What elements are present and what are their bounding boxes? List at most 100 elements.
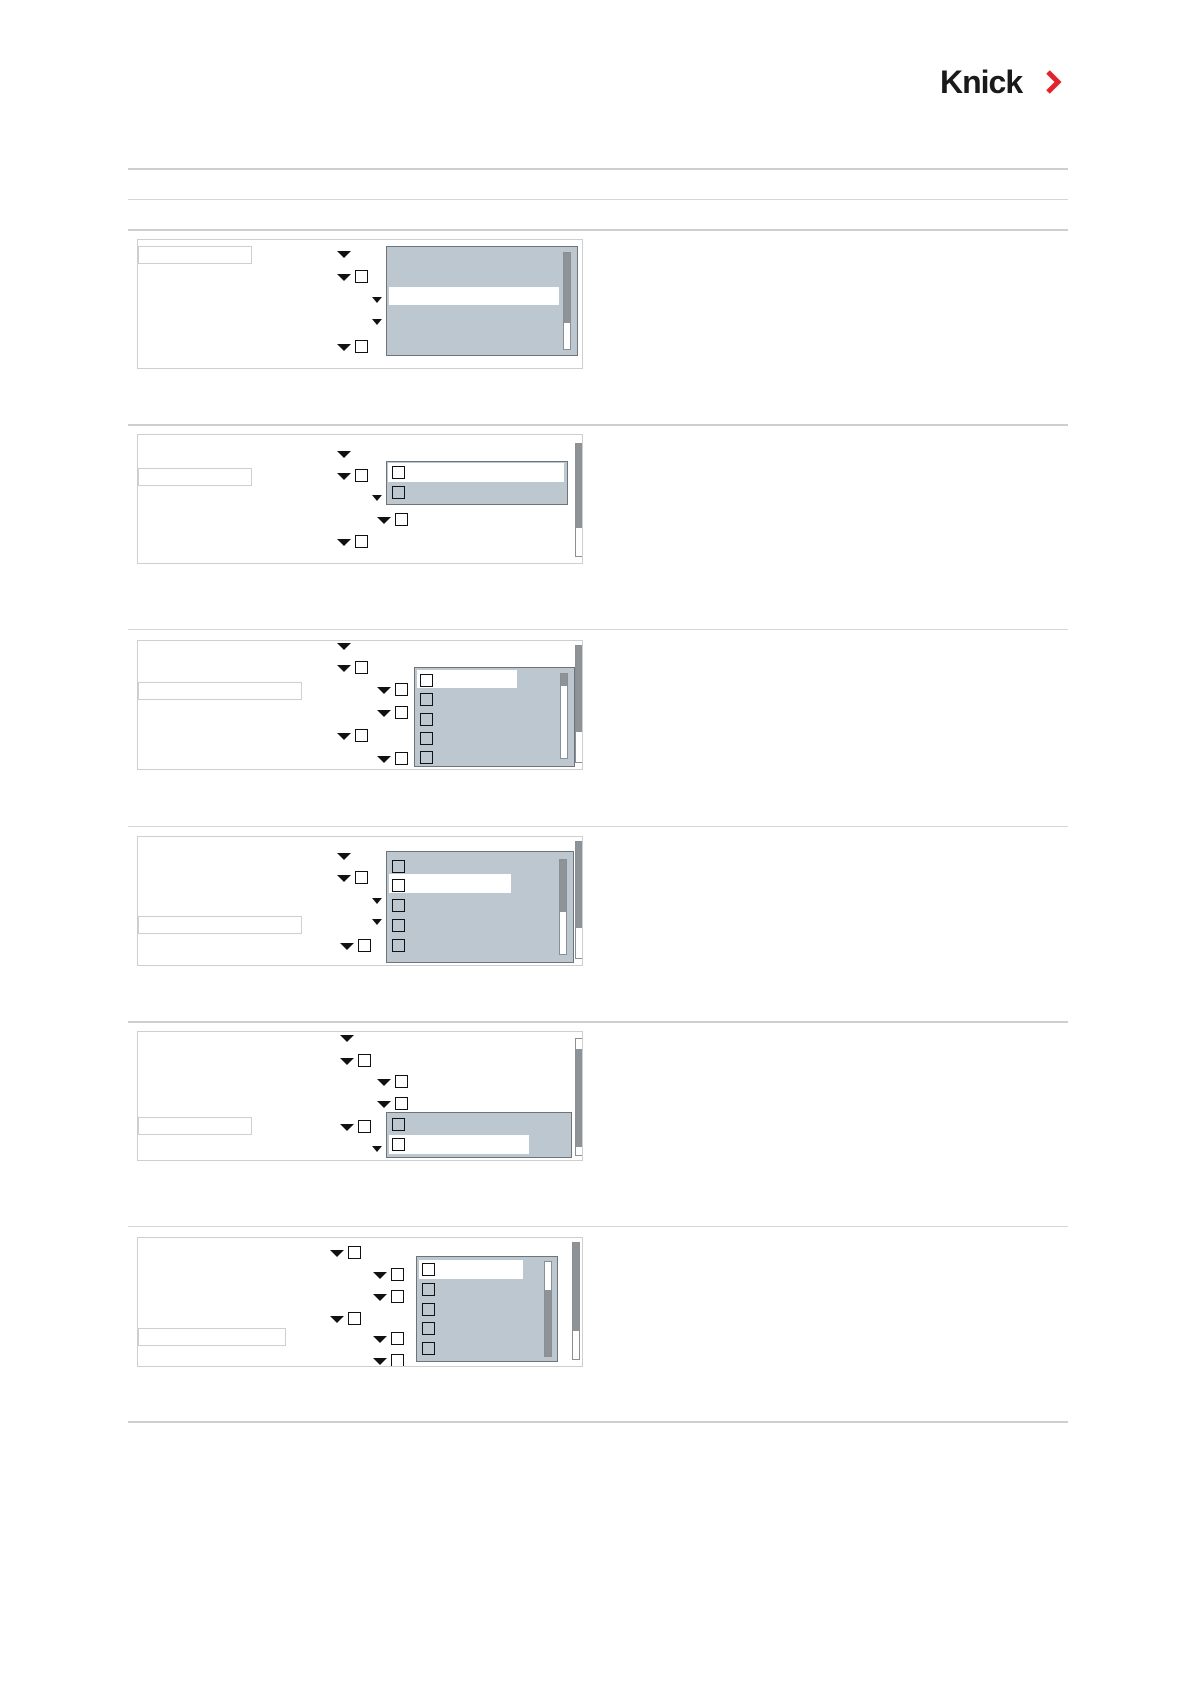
menu-field — [138, 916, 302, 934]
checkbox[interactable] — [358, 1054, 371, 1067]
submenu-arrow-icon — [372, 495, 382, 501]
menu-expand-arrow-icon — [337, 733, 351, 740]
dropdown-list[interactable] — [386, 1112, 572, 1158]
scrollbar[interactable] — [572, 1242, 580, 1360]
checkbox[interactable] — [391, 1268, 404, 1281]
checkbox[interactable] — [422, 1283, 435, 1296]
dropdown-list[interactable] — [386, 246, 578, 356]
checkbox[interactable] — [392, 1138, 405, 1151]
checkbox[interactable] — [355, 535, 368, 548]
checkbox[interactable] — [420, 693, 433, 706]
checkbox[interactable] — [392, 919, 405, 932]
checkbox[interactable] — [422, 1322, 435, 1335]
checkbox[interactable] — [392, 860, 405, 873]
checkbox[interactable] — [392, 486, 405, 499]
checkbox[interactable] — [395, 752, 408, 765]
checkbox[interactable] — [355, 270, 368, 283]
menu-expand-arrow-icon — [373, 1358, 387, 1365]
checkbox[interactable] — [422, 1342, 435, 1355]
scrollbar-thumb[interactable] — [561, 674, 567, 686]
table-bottom-rule — [128, 1421, 1068, 1423]
display-panel-3 — [137, 640, 583, 770]
display-panel-6 — [137, 1237, 583, 1367]
list-item-selected[interactable] — [389, 874, 511, 893]
dropdown-list[interactable] — [386, 461, 568, 505]
display-panel-2 — [137, 434, 583, 564]
submenu-arrow-icon — [372, 898, 382, 904]
dropdown-list[interactable] — [414, 667, 575, 767]
list-item-selected[interactable] — [389, 1135, 529, 1154]
chevron-right-icon — [1046, 70, 1062, 94]
scrollbar-thumb[interactable] — [576, 1049, 582, 1147]
menu-expand-arrow-icon — [330, 1316, 344, 1323]
checkbox[interactable] — [391, 1332, 404, 1345]
checkbox[interactable] — [395, 1097, 408, 1110]
scrollbar-thumb[interactable] — [576, 444, 582, 528]
checkbox[interactable] — [391, 1354, 404, 1366]
knick-logo: Knick — [940, 62, 1080, 102]
scrollbar-thumb[interactable] — [564, 253, 570, 323]
row-divider — [128, 1226, 1068, 1227]
menu-expand-arrow-icon — [377, 1101, 391, 1108]
checkbox[interactable] — [420, 674, 433, 687]
checkbox[interactable] — [422, 1303, 435, 1316]
menu-expand-arrow-icon — [330, 1250, 344, 1257]
checkbox[interactable] — [355, 340, 368, 353]
table-header-rule — [128, 199, 1068, 200]
checkbox[interactable] — [355, 661, 368, 674]
scrollbar-thumb[interactable] — [573, 1243, 579, 1331]
submenu-arrow-icon — [372, 919, 382, 925]
scrollbar-thumb[interactable] — [545, 1290, 551, 1356]
checkbox[interactable] — [422, 1263, 435, 1276]
checkbox[interactable] — [355, 729, 368, 742]
scrollbar-thumb[interactable] — [576, 842, 582, 928]
menu-expand-arrow-icon — [377, 517, 391, 524]
checkbox[interactable] — [348, 1312, 361, 1325]
menu-expand-arrow-icon — [337, 875, 351, 882]
checkbox[interactable] — [355, 871, 368, 884]
menu-expand-arrow-icon — [373, 1272, 387, 1279]
checkbox[interactable] — [392, 939, 405, 952]
checkbox[interactable] — [395, 513, 408, 526]
checkbox[interactable] — [395, 683, 408, 696]
checkbox[interactable] — [392, 1118, 405, 1131]
checkbox[interactable] — [395, 1075, 408, 1088]
display-panel-1 — [137, 239, 583, 369]
checkbox[interactable] — [420, 732, 433, 745]
scrollbar[interactable] — [575, 645, 582, 763]
menu-expand-arrow-icon — [337, 665, 351, 672]
scrollbar[interactable] — [575, 1038, 582, 1156]
menu-expand-arrow-icon — [337, 473, 351, 480]
menu-expand-arrow-icon — [340, 1035, 354, 1042]
dropdown-list[interactable] — [416, 1256, 558, 1362]
scrollbar[interactable] — [563, 252, 571, 350]
scrollbar-thumb[interactable] — [576, 646, 582, 732]
list-item-selected[interactable] — [388, 463, 564, 482]
menu-expand-arrow-icon — [373, 1294, 387, 1301]
checkbox[interactable] — [392, 899, 405, 912]
menu-expand-arrow-icon — [340, 1124, 354, 1131]
menu-expand-arrow-icon — [377, 710, 391, 717]
menu-expand-arrow-icon — [337, 853, 351, 860]
checkbox[interactable] — [395, 706, 408, 719]
checkbox[interactable] — [358, 1120, 371, 1133]
checkbox[interactable] — [420, 751, 433, 764]
checkbox[interactable] — [392, 466, 405, 479]
menu-field — [138, 682, 302, 700]
checkbox[interactable] — [392, 879, 405, 892]
scrollbar[interactable] — [560, 673, 568, 759]
scrollbar[interactable] — [575, 443, 582, 557]
checkbox[interactable] — [355, 469, 368, 482]
scrollbar[interactable] — [575, 841, 582, 959]
scrollbar[interactable] — [544, 1261, 552, 1357]
list-item-selected[interactable] — [389, 287, 559, 305]
menu-expand-arrow-icon — [377, 756, 391, 763]
checkbox[interactable] — [358, 939, 371, 952]
dropdown-list[interactable] — [386, 851, 574, 963]
menu-expand-arrow-icon — [373, 1336, 387, 1343]
checkbox[interactable] — [420, 713, 433, 726]
scrollbar-thumb[interactable] — [560, 860, 566, 912]
checkbox[interactable] — [348, 1246, 361, 1259]
scrollbar[interactable] — [559, 859, 567, 955]
checkbox[interactable] — [391, 1290, 404, 1303]
